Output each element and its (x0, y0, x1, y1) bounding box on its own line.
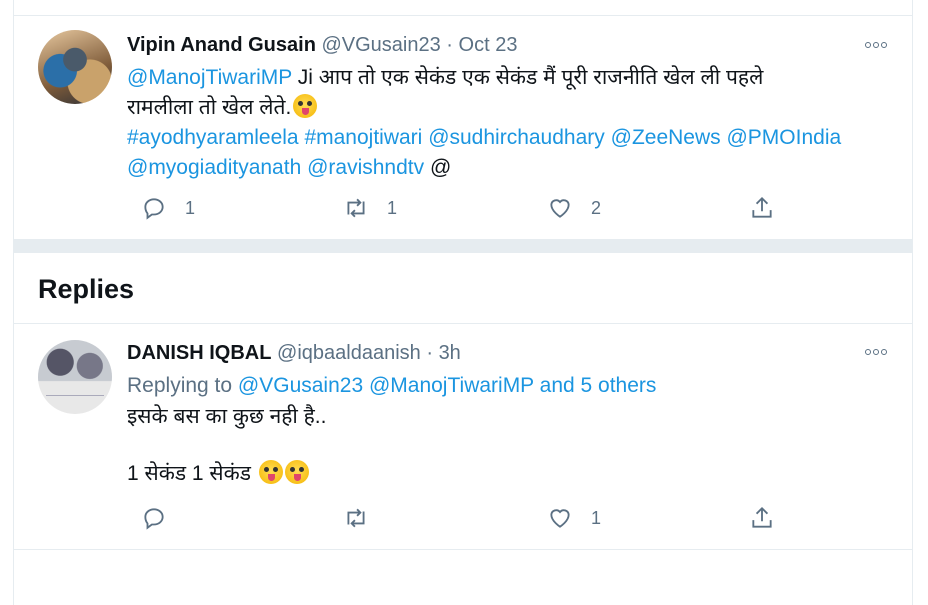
author-name[interactable]: DANISH IQBAL (127, 342, 271, 364)
mention-link[interactable]: @sudhirchaudhary (428, 126, 605, 149)
divider (14, 323, 912, 324)
retweet-button[interactable] (343, 505, 387, 531)
replying-to: Replying to @VGusain23 @ManojTiwariMP an… (127, 371, 887, 401)
tweet-text: 1 सेकंड 1 सेकंड (127, 459, 887, 489)
tweet-text-line1: इसके बस का कुछ नही है.. (127, 405, 327, 428)
avatar[interactable] (38, 340, 112, 414)
retweet-count: 1 (387, 197, 398, 218)
replying-to-links[interactable]: @VGusain23 @ManojTiwariMP and 5 others (238, 374, 657, 397)
timeline-column: Vipin Anand Gusain @VGusain23 · Oct 23 @… (13, 0, 913, 605)
share-icon (752, 506, 772, 528)
tweet-header: Vipin Anand Gusain @VGusain23 · Oct 23 (127, 34, 517, 57)
mention-link[interactable]: @myogiadityanath (127, 156, 301, 179)
mention-link[interactable]: @PMOIndia (726, 126, 841, 149)
tweet-text-line1: Ji आप तो एक सेकंड एक सेकंड मैं पूरी राजन… (291, 66, 764, 89)
share-button[interactable] (749, 505, 775, 531)
like-button[interactable]: 2 (547, 195, 601, 221)
trailing-at: @ (429, 156, 452, 179)
retweet-button[interactable]: 1 (343, 195, 397, 221)
tweet-time[interactable]: 3h (439, 342, 461, 364)
like-count: 2 (591, 197, 602, 218)
replying-prefix: Replying to (127, 374, 238, 397)
reply-icon (144, 198, 164, 220)
author-name[interactable]: Vipin Anand Gusain (127, 34, 316, 56)
separator: · (426, 342, 433, 364)
reply-icon (144, 508, 164, 530)
replies-heading: Replies (38, 274, 135, 304)
heart-icon (550, 199, 570, 218)
more-options-icon[interactable] (864, 345, 888, 359)
like-count: 1 (591, 507, 602, 528)
tweet-time[interactable]: Oct 23 (459, 34, 518, 56)
mention-link[interactable]: @ravishndtv (307, 156, 424, 179)
more-options-icon[interactable] (864, 38, 888, 52)
tweet-text-line2: रामलीला तो खेल लेते. (127, 96, 292, 119)
tweet-text: @ManojTiwariMP Ji आप तो एक सेकंड एक सेकं… (127, 63, 887, 183)
tweet-actions: 1 1 2 (127, 195, 912, 225)
tweet-header: DANISH IQBAL @iqbaaldaanish · 3h (127, 342, 461, 365)
divider (14, 549, 912, 550)
top-divider (14, 15, 912, 16)
tweet-text: इसके बस का कुछ नही है.. (127, 402, 887, 432)
tweet-text-line2: 1 सेकंड 1 सेकंड (127, 462, 257, 485)
heart-icon (550, 509, 570, 528)
avatar[interactable] (38, 30, 112, 104)
zany-face-emoji-icon (284, 460, 309, 484)
separator: · (446, 34, 453, 56)
tweet-actions: 1 (127, 505, 912, 535)
hashtag-link[interactable]: #manojtiwari (304, 126, 422, 149)
mention-link[interactable]: @ManojTiwariMP (127, 66, 292, 89)
share-button[interactable] (749, 195, 775, 221)
retweet-icon (347, 198, 365, 218)
hashtag-link[interactable]: #ayodhyaramleela (127, 126, 299, 149)
retweet-icon (347, 508, 365, 528)
winking-tongue-emoji-icon (293, 94, 318, 118)
share-icon (752, 196, 772, 218)
author-handle[interactable]: @iqbaaldaanish (277, 342, 421, 364)
like-button[interactable]: 1 (547, 505, 601, 531)
section-divider (14, 239, 912, 253)
zany-face-emoji-icon (258, 460, 283, 484)
mention-link[interactable]: @ZeeNews (611, 126, 721, 149)
reply-count: 1 (185, 197, 196, 218)
author-handle[interactable]: @VGusain23 (321, 34, 440, 56)
reply-button[interactable] (141, 505, 185, 531)
reply-button[interactable]: 1 (141, 195, 195, 221)
